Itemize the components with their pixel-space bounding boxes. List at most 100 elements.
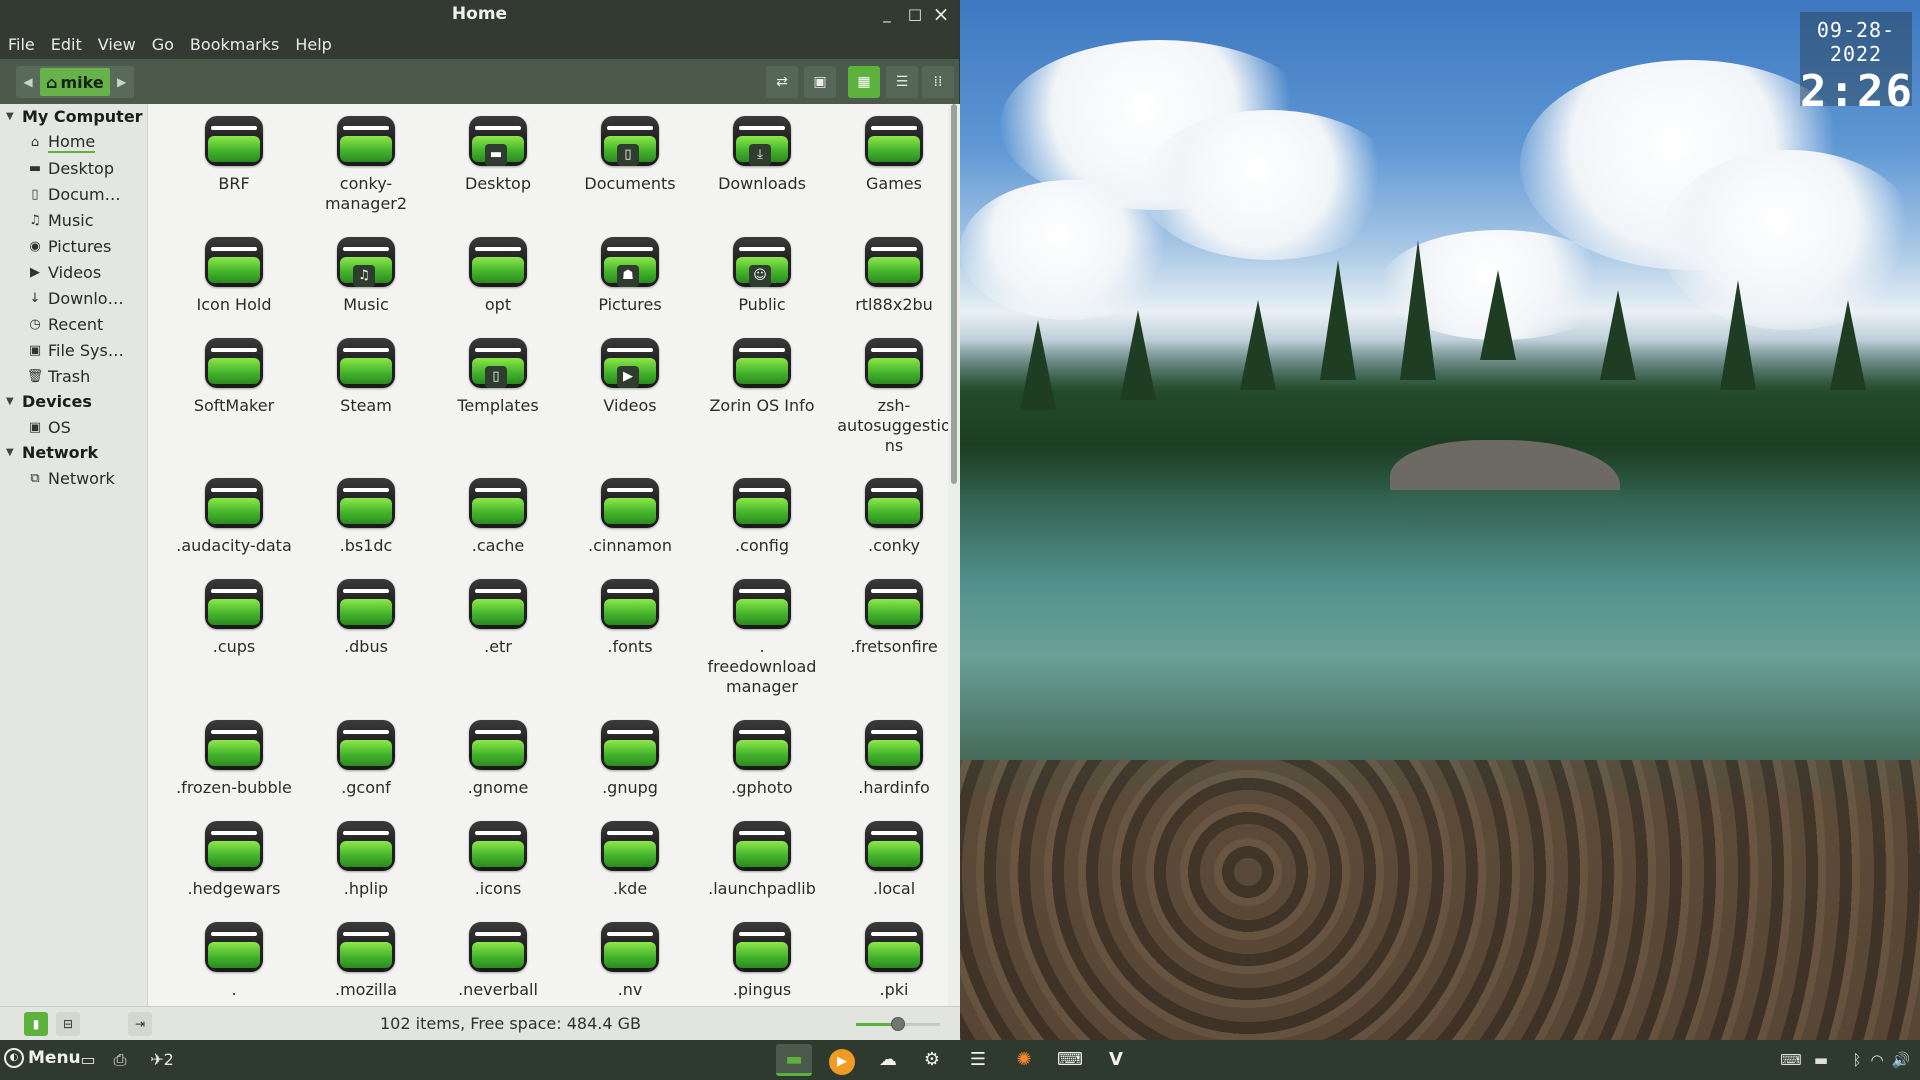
zoom-slider-knob[interactable] (891, 1017, 905, 1031)
taskbar-app-settings[interactable]: ⚙ (914, 1044, 950, 1076)
sidebar-item-desktop[interactable]: ▬ Desktop (0, 155, 147, 181)
folder-item[interactable]: .mozilla (300, 922, 432, 1000)
taskbar-app-terminal[interactable]: ⌨ (1052, 1044, 1088, 1076)
folder-item[interactable]: .gnome (432, 720, 564, 798)
scrollbar-thumb[interactable] (951, 104, 957, 484)
folder-item[interactable]: . (168, 922, 300, 1000)
folder-item[interactable]: .audacity-data (168, 478, 300, 556)
show-treeview-button[interactable]: ⊟ (56, 1012, 80, 1036)
folder-item[interactable]: .fretsonfire (828, 579, 948, 657)
folder-item[interactable]: .cinnamon (564, 478, 696, 556)
close-button[interactable]: × (930, 3, 952, 25)
folder-item[interactable]: zsh- autosuggestio ns (828, 338, 948, 456)
folder-item[interactable]: .etr (432, 579, 564, 657)
folder-item[interactable]: .cache (432, 478, 564, 556)
folder-item[interactable]: Icon Hold (168, 237, 300, 315)
folder-item[interactable]: .nv (564, 922, 696, 1000)
folder-item[interactable]: .gconf (300, 720, 432, 798)
window-titlebar[interactable]: Home _ □ × (0, 0, 959, 29)
list-view-button[interactable]: ☰ (886, 66, 918, 98)
menu-edit[interactable]: Edit (51, 35, 92, 54)
folder-item[interactable]: .gphoto (696, 720, 828, 798)
taskbar-app-media-player[interactable]: ▶ (824, 1044, 860, 1076)
folder-item[interactable]: SoftMaker (168, 338, 300, 416)
sidebar-section-devices[interactable]: ▼ Devices (0, 389, 147, 414)
sidebar-section-my-computer[interactable]: ▼ My Computer (0, 104, 147, 129)
sidebar-item-pictures[interactable]: ◉ Pictures (0, 233, 147, 259)
menu-bookmarks[interactable]: Bookmarks (190, 35, 289, 54)
sidebar-item-docum[interactable]: ▯ Docum… (0, 181, 147, 207)
folder-item[interactable]: .hardinfo (828, 720, 948, 798)
folder-item[interactable]: .launchpadlib (696, 821, 828, 899)
minimize-button[interactable]: _ (876, 3, 898, 25)
tray-files-icon[interactable]: ▬ (1810, 1048, 1832, 1072)
expander-icon[interactable]: ▼ (6, 396, 22, 407)
folder-item[interactable]: .hplip (300, 821, 432, 899)
preview-button[interactable]: ▣ (804, 66, 836, 98)
folder-item[interactable]: ⤓ Downloads (696, 116, 828, 194)
zoom-slider[interactable] (856, 1017, 940, 1031)
breadcrumb-right-arrow[interactable]: ▶ (110, 66, 134, 98)
folder-item[interactable]: Games (828, 116, 948, 194)
expander-icon[interactable]: ▼ (6, 447, 22, 458)
folder-item[interactable]: Steam (300, 338, 432, 416)
sidebar-item-recent[interactable]: ◷ Recent (0, 311, 147, 337)
folder-item[interactable]: .neverball (432, 922, 564, 1000)
menu-help[interactable]: Help (295, 35, 341, 54)
sidebar-section-network[interactable]: ▼ Network (0, 440, 147, 465)
folder-item[interactable]: .config (696, 478, 828, 556)
folder-item[interactable]: .icons (432, 821, 564, 899)
show-places-button[interactable]: ▮ (24, 1012, 48, 1036)
folder-item[interactable]: .fonts (564, 579, 696, 657)
folder-item[interactable]: ▯ Templates (432, 338, 564, 416)
tray-bluetooth-icon[interactable]: ᛒ (1846, 1048, 1868, 1072)
sidebar-item-home[interactable]: ⌂ Home (0, 129, 147, 155)
folder-item[interactable]: .kde (564, 821, 696, 899)
folder-item[interactable]: . freedownload manager (696, 579, 828, 697)
tray-terminal-icon[interactable]: ⌨ (1780, 1048, 1802, 1072)
menu-view[interactable]: View (98, 35, 146, 54)
vertical-scrollbar[interactable] (948, 104, 960, 1006)
show-desktop-icon[interactable]: ▭ (76, 1048, 100, 1072)
folder-item[interactable]: .frozen-bubble (168, 720, 300, 798)
icon-view-button[interactable]: ▦ (848, 66, 880, 98)
folder-item[interactable]: ▯ Documents (564, 116, 696, 194)
taskbar-app-upload[interactable]: ☁ (870, 1044, 906, 1076)
folder-item[interactable]: .conky (828, 478, 948, 556)
expander-icon[interactable]: ▼ (6, 111, 22, 122)
folder-item[interactable]: ☗ Pictures (564, 237, 696, 315)
folder-item[interactable]: .dbus (300, 579, 432, 657)
folder-item[interactable]: Zorin OS Info (696, 338, 828, 416)
menu-go[interactable]: Go (152, 35, 184, 54)
folder-item[interactable]: .pingus (696, 922, 828, 1000)
tray-wifi-icon[interactable]: ◠ (1866, 1048, 1888, 1072)
sidebar-item-videos[interactable]: ▶ Videos (0, 259, 147, 285)
folder-item[interactable]: .local (828, 821, 948, 899)
menu-file[interactable]: File (8, 35, 45, 54)
folder-item[interactable]: ▶ Videos (564, 338, 696, 416)
compact-view-button[interactable]: ⁞⁞ (922, 66, 954, 98)
sidebar-item-downlo[interactable]: ↓ Downlo… (0, 285, 147, 311)
folder-item[interactable]: ♫ Music (300, 237, 432, 315)
sidebar-item-network[interactable]: ⧉ Network (0, 465, 147, 491)
folder-item[interactable]: .pki (828, 922, 948, 1000)
folder-item[interactable]: rtl88x2bu (828, 237, 948, 315)
sidebar-item-os[interactable]: ▣ OS (0, 414, 147, 440)
tray-volume-icon[interactable]: 🔊 (1890, 1048, 1912, 1072)
folder-item[interactable]: conky- manager2 (300, 116, 432, 214)
folder-item[interactable]: ☺ Public (696, 237, 828, 315)
taskbar-app-firefox[interactable]: ✺ (1006, 1044, 1042, 1076)
taskbar-app-files[interactable]: ▬ (776, 1044, 812, 1076)
taskbar-app-vivaldi[interactable]: V (1098, 1044, 1134, 1076)
hide-sidebar-button[interactable]: ⇥ (128, 1012, 152, 1036)
folder-item[interactable]: .gnupg (564, 720, 696, 798)
folder-item[interactable]: BRF (168, 116, 300, 194)
sidebar-item-trash[interactable]: 🗑 Trash (0, 363, 147, 389)
taskbar-app-text-editor[interactable]: ☰ (960, 1044, 996, 1076)
sidebar-item-file-sys[interactable]: ▣ File Sys… (0, 337, 147, 363)
sidebar-item-music[interactable]: ♫ Music (0, 207, 147, 233)
start-menu-button[interactable]: ◐ Menu (4, 1048, 81, 1068)
folder-item[interactable]: .bs1dc (300, 478, 432, 556)
printer-icon[interactable]: ⎙ (108, 1048, 132, 1072)
folder-item[interactable]: .cups (168, 579, 300, 657)
